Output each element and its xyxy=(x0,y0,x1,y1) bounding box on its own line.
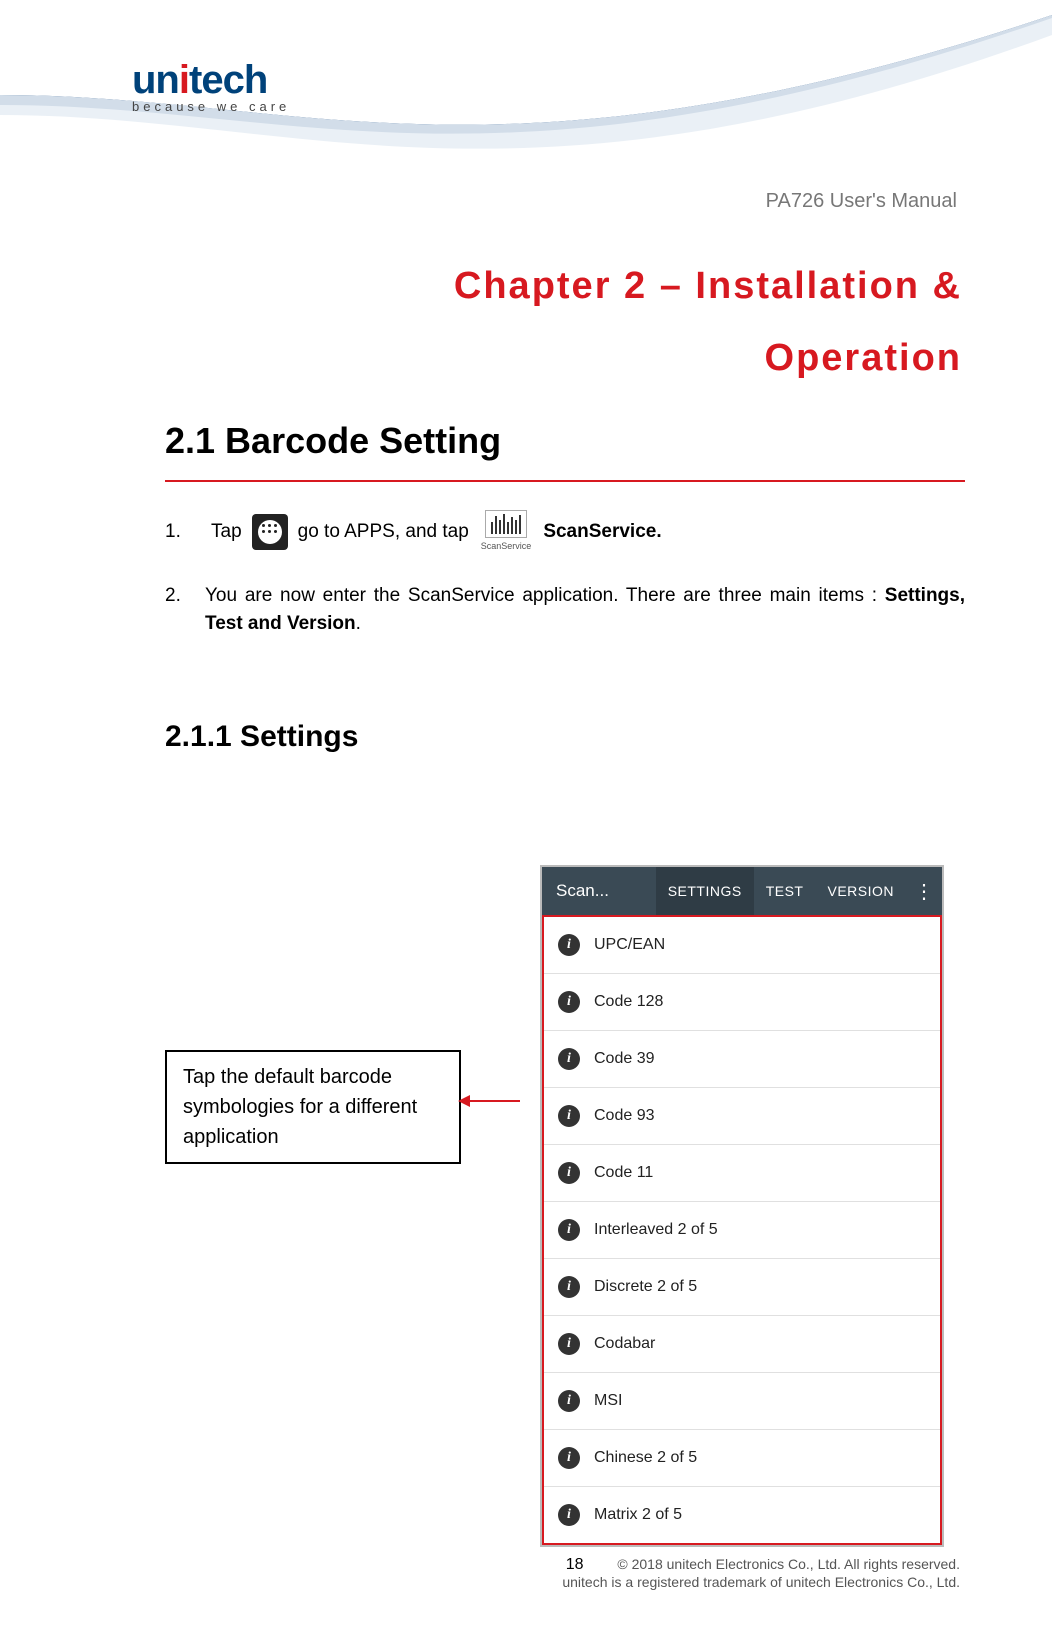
logo-dot: i xyxy=(179,58,189,102)
callout-arrow xyxy=(460,1100,520,1102)
section-title: 2.1 Barcode Setting xyxy=(165,420,501,462)
list-item-label: Chinese 2 of 5 xyxy=(594,1449,697,1467)
list-item[interactable]: i Code 93 xyxy=(544,1088,940,1145)
page-number: 18 xyxy=(566,1556,584,1574)
phone-app-name: Scan... xyxy=(542,881,623,901)
step-1-text-b: go to APPS, and tap xyxy=(298,518,469,547)
list-item-label: Code 93 xyxy=(594,1107,655,1125)
list-item-label: MSI xyxy=(594,1392,622,1410)
footer-line2: unitech is a registered trademark of uni… xyxy=(562,1574,960,1590)
logo-part1: un xyxy=(132,58,179,102)
info-icon: i xyxy=(558,1447,580,1469)
step-2-text-a: You are now enter the ScanService applic… xyxy=(205,585,885,606)
step-2: 2. You are now enter the ScanService app… xyxy=(165,582,965,639)
section-rule xyxy=(165,480,965,482)
info-icon: i xyxy=(558,1333,580,1355)
list-item[interactable]: i Matrix 2 of 5 xyxy=(544,1487,940,1543)
list-item-label: Interleaved 2 of 5 xyxy=(594,1221,718,1239)
list-item[interactable]: i Code 128 xyxy=(544,974,940,1031)
info-icon: i xyxy=(558,1105,580,1127)
symbology-list: i UPC/EAN i Code 128 i Code 39 i Code 93 i Co… xyxy=(542,915,942,1545)
list-item-label: Discrete 2 of 5 xyxy=(594,1278,697,1296)
step-1-num: 1. xyxy=(165,518,205,547)
page-footer: 18 © 2018 unitech Electronics Co., Ltd. … xyxy=(0,1556,1052,1590)
step-2-text-end: . xyxy=(356,613,361,634)
list-item[interactable]: i UPC/EAN xyxy=(544,917,940,974)
info-icon: i xyxy=(558,991,580,1013)
phone-topbar: Scan... SETTINGS TEST VERSION ⋮ xyxy=(542,867,942,915)
list-item[interactable]: i Code 11 xyxy=(544,1145,940,1202)
logo-part2: tech xyxy=(189,58,267,102)
phone-screenshot: Scan... SETTINGS TEST VERSION ⋮ i UPC/EAN… xyxy=(540,865,944,1547)
info-icon: i xyxy=(558,934,580,956)
brand-logo: unitech because we care xyxy=(132,58,290,114)
list-item[interactable]: i Code 39 xyxy=(544,1031,940,1088)
info-icon: i xyxy=(558,1276,580,1298)
tab-test[interactable]: TEST xyxy=(754,867,816,915)
list-item[interactable]: i Interleaved 2 of 5 xyxy=(544,1202,940,1259)
overflow-menu-icon[interactable]: ⋮ xyxy=(906,879,942,904)
info-icon: i xyxy=(558,1504,580,1526)
logo-tagline: because we care xyxy=(132,99,290,114)
list-item-label: Codabar xyxy=(594,1335,655,1353)
list-item-label: Code 39 xyxy=(594,1050,655,1068)
callout-text: Tap the default barcode symbologies for … xyxy=(183,1066,417,1148)
subsection-title: 2.1.1 Settings xyxy=(165,720,358,754)
info-icon: i xyxy=(558,1162,580,1184)
list-item-label: Code 11 xyxy=(594,1164,653,1182)
info-icon: i xyxy=(558,1048,580,1070)
list-item[interactable]: i MSI xyxy=(544,1373,940,1430)
list-item[interactable]: i Discrete 2 of 5 xyxy=(544,1259,940,1316)
list-item-label: Matrix 2 of 5 xyxy=(594,1506,682,1524)
tab-settings[interactable]: SETTINGS xyxy=(656,867,754,915)
info-icon: i xyxy=(558,1219,580,1241)
info-icon: i xyxy=(558,1390,580,1412)
step-1: 1. Tap go to APPS, and tap ScanService S… xyxy=(165,510,965,554)
footer-line1: © 2018 unitech Electronics Co., Ltd. All… xyxy=(617,1556,960,1572)
list-item[interactable]: i Chinese 2 of 5 xyxy=(544,1430,940,1487)
chapter-title: Chapter 2 – Installation & Operation xyxy=(360,250,962,394)
tab-version[interactable]: VERSION xyxy=(815,867,906,915)
step-2-num: 2. xyxy=(165,582,205,611)
step-1-text-a: Tap xyxy=(211,518,242,547)
document-title: PA726 User's Manual xyxy=(766,190,957,213)
list-item[interactable]: i Codabar xyxy=(544,1316,940,1373)
list-item-label: UPC/EAN xyxy=(594,936,665,954)
step-1-text-c: ScanService. xyxy=(543,518,661,547)
scanservice-icon-label: ScanService xyxy=(481,540,532,554)
list-item-label: Code 128 xyxy=(594,993,663,1011)
apps-icon xyxy=(252,514,288,550)
callout-box: Tap the default barcode symbologies for … xyxy=(165,1050,461,1164)
scanservice-icon: ScanService xyxy=(481,510,532,554)
